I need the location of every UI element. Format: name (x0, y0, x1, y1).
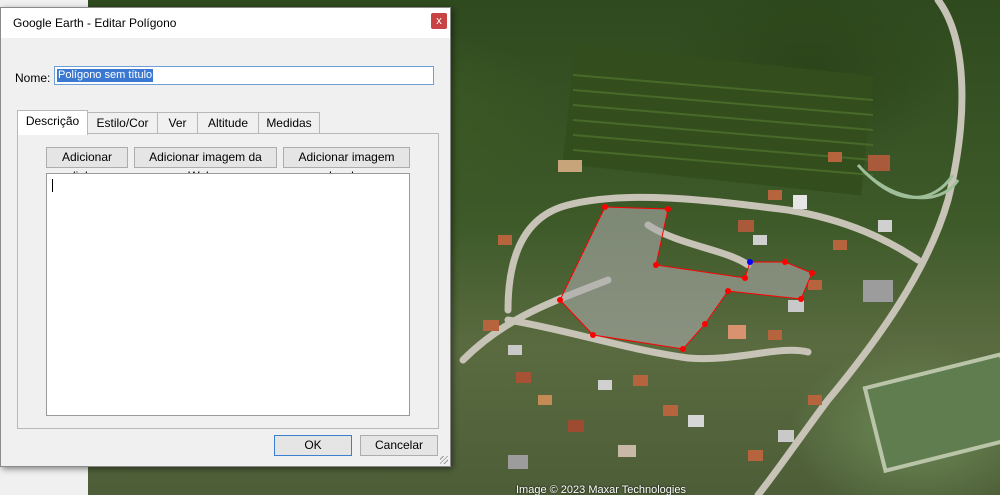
tab-label: Estilo/Cor (96, 116, 149, 130)
vertex-handle[interactable] (680, 346, 686, 352)
plantation-field (562, 44, 874, 196)
vertex-handle[interactable] (809, 270, 815, 276)
vertex-handle[interactable] (665, 206, 671, 212)
vertex-handle[interactable] (702, 321, 708, 327)
tab-label: Ver (168, 116, 187, 130)
edited-polygon[interactable] (559, 206, 813, 350)
text-caret (52, 179, 53, 192)
edit-polygon-dialog: Google Earth - Editar Polígono x Nome: P… (0, 7, 451, 467)
pond (862, 351, 1000, 474)
imagery-copyright: Image © 2023 Maxar Technologies (516, 484, 686, 495)
vertex-handle[interactable] (725, 288, 731, 294)
vertex-handle[interactable] (590, 332, 596, 338)
tab-label: Descrição (25, 114, 80, 128)
add-local-image-button[interactable]: Adicionar imagem local... (283, 147, 410, 183)
add-web-image-button[interactable]: Adicionar imagem da Web... (134, 147, 277, 183)
vertex-handle[interactable] (653, 262, 659, 268)
resize-grip[interactable] (440, 456, 448, 464)
name-field-value: Polígono sem título (57, 69, 154, 82)
tab-altitude[interactable]: Altitude (197, 112, 259, 134)
tab-medidas[interactable]: Medidas (258, 112, 320, 134)
active-vertex-handle[interactable] (747, 259, 753, 265)
vertex-handle[interactable] (742, 275, 748, 281)
close-button[interactable]: x (431, 13, 447, 29)
description-textarea[interactable] (46, 173, 410, 416)
tab-label: Medidas (266, 116, 312, 130)
ok-button[interactable]: OK (274, 435, 352, 456)
cancel-button[interactable]: Cancelar (360, 435, 438, 456)
tab-estilo-cor[interactable]: Estilo/Cor (87, 112, 158, 134)
name-field[interactable]: Polígono sem título (54, 66, 434, 85)
tab-descricao[interactable]: Descrição (17, 110, 88, 135)
tab-ver[interactable]: Ver (157, 112, 198, 134)
dialog-titlebar[interactable]: Google Earth - Editar Polígono x (1, 8, 450, 38)
vertex-handle[interactable] (798, 296, 804, 302)
add-link-button[interactable]: Adicionar link... (46, 147, 128, 183)
tab-label: Altitude (207, 116, 249, 130)
vertex-handle[interactable] (782, 259, 788, 265)
dialog-title: Google Earth - Editar Polígono (13, 16, 177, 30)
vertex-handle[interactable] (557, 297, 563, 303)
vertex-handle[interactable] (602, 204, 608, 210)
name-label: Nome: (15, 71, 51, 85)
